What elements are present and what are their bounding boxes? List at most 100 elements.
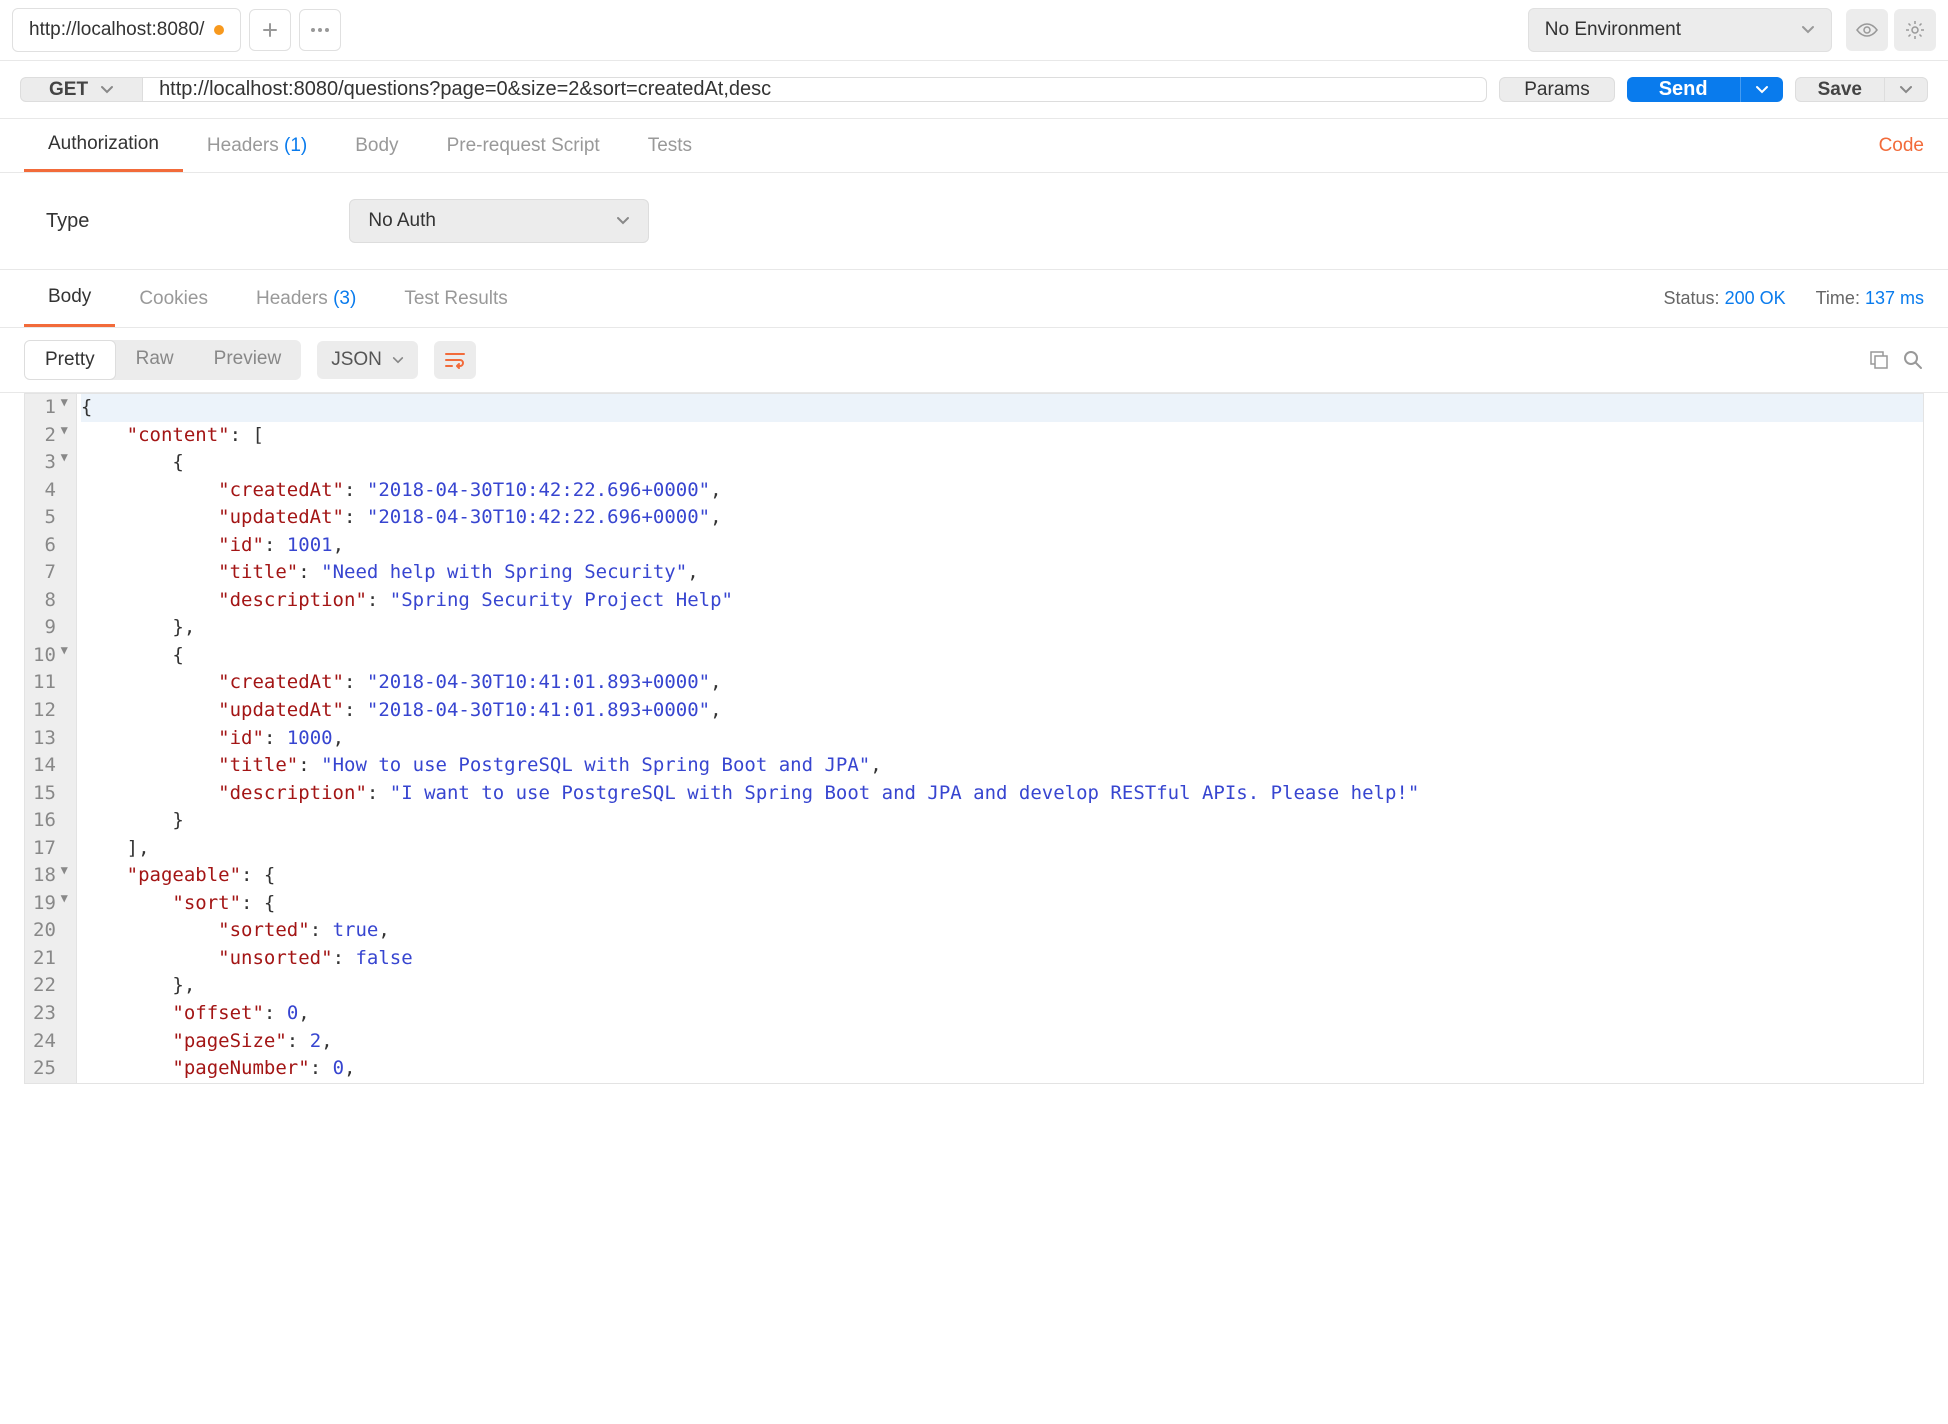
- code-line: "id": 1000,: [81, 725, 1923, 753]
- wrap-lines-button[interactable]: [434, 341, 476, 379]
- code-line: "title": "How to use PostgreSQL with Spr…: [81, 752, 1923, 780]
- line-number: 12: [33, 697, 68, 725]
- copy-icon: [1868, 349, 1890, 371]
- tab-authorization[interactable]: Authorization: [24, 119, 183, 172]
- line-number: 18▼: [33, 862, 68, 890]
- line-number: 16: [33, 807, 68, 835]
- line-number: 11: [33, 669, 68, 697]
- code-line: "pageable": {: [81, 862, 1923, 890]
- resp-tab-headers[interactable]: Headers (3): [232, 272, 380, 326]
- tab-headers[interactable]: Headers (1): [183, 121, 331, 171]
- send-label: Send: [1659, 78, 1708, 101]
- code-line: "sorted": true,: [81, 917, 1923, 945]
- line-number: 15: [33, 780, 68, 808]
- response-body-viewer[interactable]: 1▼2▼3▼45678910▼1112131415161718▼19▼20212…: [0, 393, 1948, 1104]
- code-line: "id": 1001,: [81, 532, 1923, 560]
- auth-type-label: Type: [46, 210, 89, 233]
- chevron-down-icon: [1801, 25, 1815, 35]
- chevron-down-icon: [1899, 85, 1913, 95]
- line-number: 1▼: [33, 394, 68, 422]
- eye-icon: [1856, 22, 1878, 38]
- chevron-down-icon: [1755, 85, 1769, 95]
- code-line: "pageSize": 2,: [81, 1028, 1923, 1056]
- line-number: 22: [33, 972, 68, 1000]
- params-label: Params: [1524, 79, 1589, 101]
- line-number: 9: [33, 614, 68, 642]
- code-line: "pageNumber": 0,: [81, 1055, 1923, 1083]
- format-value: JSON: [331, 349, 382, 371]
- auth-type-value: No Auth: [368, 210, 436, 232]
- code-line: "createdAt": "2018-04-30T10:41:01.893+00…: [81, 669, 1923, 697]
- line-number: 13: [33, 725, 68, 753]
- code-line: "createdAt": "2018-04-30T10:42:22.696+00…: [81, 477, 1923, 505]
- environment-quicklook-button[interactable]: [1846, 9, 1888, 51]
- code-line: "sort": {: [81, 890, 1923, 918]
- code-line: "unsorted": false: [81, 945, 1923, 973]
- send-dropdown[interactable]: [1740, 77, 1783, 102]
- code-line: },: [81, 614, 1923, 642]
- code-line: {: [81, 394, 1923, 422]
- line-number: 5: [33, 504, 68, 532]
- line-number: 23: [33, 1000, 68, 1028]
- resp-tab-body[interactable]: Body: [24, 270, 115, 327]
- wrap-icon: [444, 351, 466, 369]
- resp-tab-testresults[interactable]: Test Results: [380, 272, 531, 326]
- environment-select[interactable]: No Environment: [1528, 8, 1832, 52]
- code-line: "description": "Spring Security Project …: [81, 587, 1923, 615]
- dots-icon: [310, 27, 330, 33]
- gear-icon: [1905, 20, 1925, 40]
- request-tab[interactable]: http://localhost:8080/: [12, 8, 241, 52]
- send-button[interactable]: Send: [1627, 77, 1740, 102]
- status-readout: Status: 200 OK: [1664, 288, 1786, 309]
- view-raw[interactable]: Raw: [116, 340, 194, 380]
- code-line: "offset": 0,: [81, 1000, 1923, 1028]
- code-line: "updatedAt": "2018-04-30T10:41:01.893+00…: [81, 697, 1923, 725]
- line-number: 17: [33, 835, 68, 863]
- chevron-down-icon: [616, 216, 630, 226]
- url-input[interactable]: http://localhost:8080/questions?page=0&s…: [143, 77, 1487, 102]
- tab-overflow-button[interactable]: [299, 9, 341, 51]
- request-tab-title: http://localhost:8080/: [29, 19, 204, 41]
- line-number: 7: [33, 559, 68, 587]
- code-line: }: [81, 807, 1923, 835]
- line-number: 24: [33, 1028, 68, 1056]
- http-method-select[interactable]: GET: [20, 77, 143, 102]
- code-line: "title": "Need help with Spring Security…: [81, 559, 1923, 587]
- save-dropdown[interactable]: [1885, 77, 1928, 102]
- code-line: "content": [: [81, 422, 1923, 450]
- tab-body[interactable]: Body: [331, 121, 422, 171]
- settings-button[interactable]: [1894, 9, 1936, 51]
- view-pretty[interactable]: Pretty: [24, 340, 116, 380]
- line-number: 8: [33, 587, 68, 615]
- view-mode-segmented: Pretty Raw Preview: [24, 340, 301, 380]
- search-icon: [1902, 349, 1924, 371]
- unsaved-indicator-icon: [214, 25, 224, 35]
- resp-tab-cookies[interactable]: Cookies: [115, 272, 232, 326]
- line-number: 14: [33, 752, 68, 780]
- time-readout: Time: 137 ms: [1816, 288, 1924, 309]
- tab-tests[interactable]: Tests: [624, 121, 716, 171]
- line-number: 6: [33, 532, 68, 560]
- chevron-down-icon: [100, 85, 114, 95]
- tab-prerequest[interactable]: Pre-request Script: [423, 121, 624, 171]
- http-method-label: GET: [49, 79, 88, 101]
- line-number: 10▼: [33, 642, 68, 670]
- search-body-button[interactable]: [1902, 349, 1924, 371]
- code-line: {: [81, 642, 1923, 670]
- code-link[interactable]: Code: [1879, 135, 1924, 157]
- line-number: 21: [33, 945, 68, 973]
- chevron-down-icon: [392, 356, 404, 365]
- save-button[interactable]: Save: [1795, 77, 1885, 102]
- view-preview[interactable]: Preview: [194, 340, 302, 380]
- line-number: 20: [33, 917, 68, 945]
- line-number: 3▼: [33, 449, 68, 477]
- params-button[interactable]: Params: [1499, 77, 1614, 102]
- code-line: ],: [81, 835, 1923, 863]
- line-number: 25: [33, 1055, 68, 1083]
- auth-type-select[interactable]: No Auth: [349, 199, 649, 243]
- new-tab-button[interactable]: [249, 9, 291, 51]
- plus-icon: [263, 23, 277, 37]
- url-value: http://localhost:8080/questions?page=0&s…: [159, 78, 771, 101]
- copy-body-button[interactable]: [1868, 349, 1890, 371]
- format-select[interactable]: JSON: [317, 341, 418, 379]
